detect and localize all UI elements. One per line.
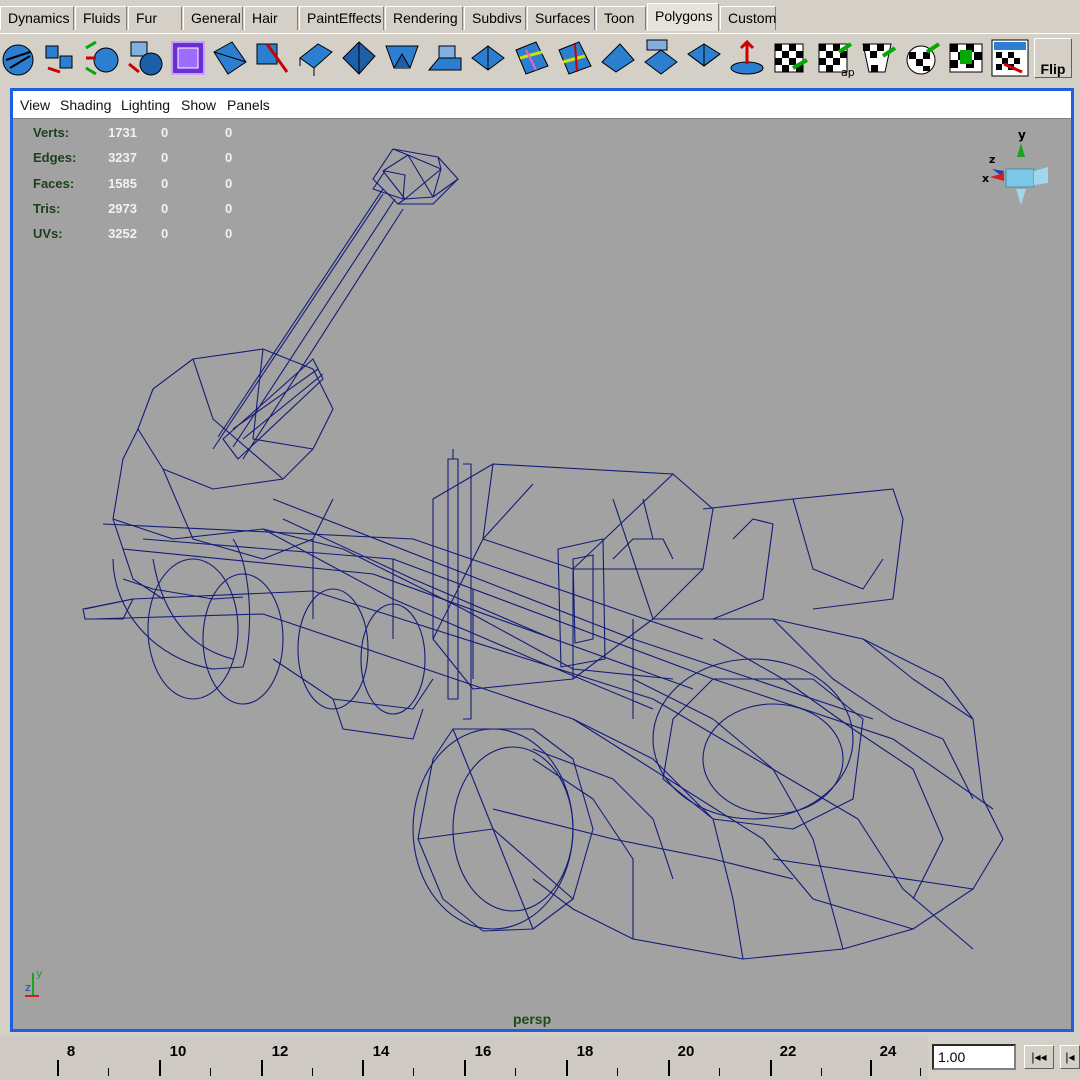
tab-fluids[interactable]: Fluids — [75, 6, 127, 30]
hud-value-total: 2973 — [108, 201, 137, 216]
hud-label: Verts: — [33, 125, 70, 140]
poly-cube-icon[interactable] — [40, 38, 80, 78]
poke-faces-icon[interactable]: ap — [815, 38, 855, 78]
tab-rendering[interactable]: Rendering — [385, 6, 463, 30]
hud-value-components: 0 — [225, 226, 233, 241]
smooth-icon[interactable] — [339, 38, 379, 78]
timeline-tick-label: 20 — [677, 1043, 695, 1060]
camera-name-label: persp — [513, 1011, 552, 1027]
shelf-tabs: Dynamics Fluids Fur General Hair PaintEf… — [0, 0, 1080, 33]
step-back-icon[interactable]: |◂ — [1060, 1045, 1080, 1069]
cylindrical-mapping-icon[interactable] — [946, 38, 986, 78]
hud-value-selected: 0 — [161, 176, 169, 191]
hud-label: UVs: — [33, 226, 63, 241]
hud-label: Edges: — [33, 150, 77, 165]
menu-panels[interactable]: Panels — [227, 97, 270, 113]
hud-value-selected: 0 — [161, 201, 169, 216]
hud-value-components: 0 — [225, 176, 233, 191]
view-cube-icon[interactable]: y z x — [978, 127, 1050, 217]
perspective-viewport[interactable]: Verts: 1731 0 0 Edges: 3237 0 0 Faces: 1… — [13, 119, 1071, 1029]
hud-value-selected: 0 — [161, 150, 169, 165]
hud-value-components: 0 — [225, 125, 233, 140]
cut-faces-icon[interactable] — [641, 38, 681, 78]
hud-value-selected: 0 — [161, 226, 169, 241]
extrude-face-icon[interactable] — [425, 38, 465, 78]
timeline-tick-label: 24 — [879, 1043, 897, 1060]
timeline-tick-label: 16 — [474, 1043, 492, 1060]
tab-dynamics[interactable]: Dynamics — [0, 6, 74, 30]
bevel-icon[interactable] — [382, 38, 422, 78]
panel-menubar: View Shading Lighting Show Panels — [13, 91, 1071, 119]
split-polygon-icon[interactable] — [512, 38, 552, 78]
duplicate-face-icon[interactable] — [771, 38, 811, 78]
transform-component-icon[interactable] — [859, 38, 899, 78]
tab-hair[interactable]: Hair — [244, 6, 298, 30]
timeline-tick-label: 10 — [169, 1043, 187, 1060]
tab-painteffects[interactable]: PaintEffects — [299, 6, 384, 30]
tab-surfaces[interactable]: Surfaces — [527, 6, 595, 30]
wedge-faces-icon[interactable] — [727, 38, 767, 78]
view-cube-x-label: x — [982, 172, 989, 185]
current-time-field[interactable]: 1.00 — [932, 1044, 1016, 1070]
tab-custom[interactable]: Custom — [720, 6, 776, 30]
hud-value-total: 1585 — [108, 176, 137, 191]
shelf-toolbar: ap Flip — [0, 33, 1080, 84]
extract-icon[interactable] — [296, 38, 336, 78]
time-slider[interactable]: 8 10 12 14 16 18 20 22 24 — [0, 1036, 928, 1080]
timeline-tick-label: 14 — [372, 1043, 390, 1060]
menu-view[interactable]: View — [20, 97, 50, 113]
menu-shading[interactable]: Shading — [60, 97, 111, 113]
tab-subdivs[interactable]: Subdivs — [464, 6, 526, 30]
wireframe-vehicle-model[interactable] — [13, 119, 1071, 1029]
append-polygon-icon[interactable] — [598, 38, 638, 78]
hud-value-components: 0 — [225, 150, 233, 165]
tab-toon[interactable]: Toon — [596, 6, 646, 30]
hud-value-total: 1731 — [108, 125, 137, 140]
tab-polygons[interactable]: Polygons — [647, 3, 719, 31]
viewport-panel: View Shading Lighting Show Panels Verts:… — [10, 88, 1074, 1032]
svg-text:z: z — [25, 981, 31, 994]
poly-plane-icon[interactable] — [168, 38, 208, 78]
hud-value-total: 3237 — [108, 150, 137, 165]
svg-text:y: y — [36, 967, 43, 980]
timeline-tick-label: 12 — [271, 1043, 289, 1060]
separate-icon[interactable] — [253, 38, 293, 78]
merge-vertices-icon[interactable] — [555, 38, 595, 78]
poly-cone-icon[interactable] — [125, 38, 165, 78]
planar-mapping-icon[interactable] — [903, 38, 943, 78]
timeline-tick-label: 8 — [66, 1043, 76, 1060]
hud-value-components: 0 — [225, 201, 233, 216]
combine-icon[interactable] — [210, 38, 250, 78]
hud-label: Tris: — [33, 201, 61, 216]
spherical-mapping-icon[interactable] — [990, 38, 1030, 78]
timeline-tick-label: 22 — [779, 1043, 797, 1060]
axis-gizmo-icon: y z — [25, 967, 43, 997]
view-cube-y-label: y — [1018, 128, 1026, 142]
hud-value-selected: 0 — [161, 125, 169, 140]
poly-sphere-icon[interactable] — [0, 38, 40, 78]
menu-lighting[interactable]: Lighting — [121, 97, 170, 113]
tab-general[interactable]: General — [183, 6, 243, 30]
hud-value-total: 3252 — [108, 226, 137, 241]
menu-show[interactable]: Show — [181, 97, 216, 113]
hud-label: Faces: — [33, 176, 75, 191]
svg-text:ap: ap — [841, 66, 855, 78]
flip-button[interactable]: Flip — [1034, 38, 1072, 78]
poly-cylinder-icon[interactable] — [82, 38, 122, 78]
view-cube-z-label: z — [989, 153, 995, 166]
subdivide-icon[interactable] — [684, 38, 724, 78]
extrude-edge-icon[interactable] — [468, 38, 508, 78]
tab-fur[interactable]: Fur — [128, 6, 182, 30]
timeline-tick-label: 18 — [576, 1043, 594, 1060]
go-to-start-icon[interactable]: |◂◂ — [1024, 1045, 1054, 1069]
